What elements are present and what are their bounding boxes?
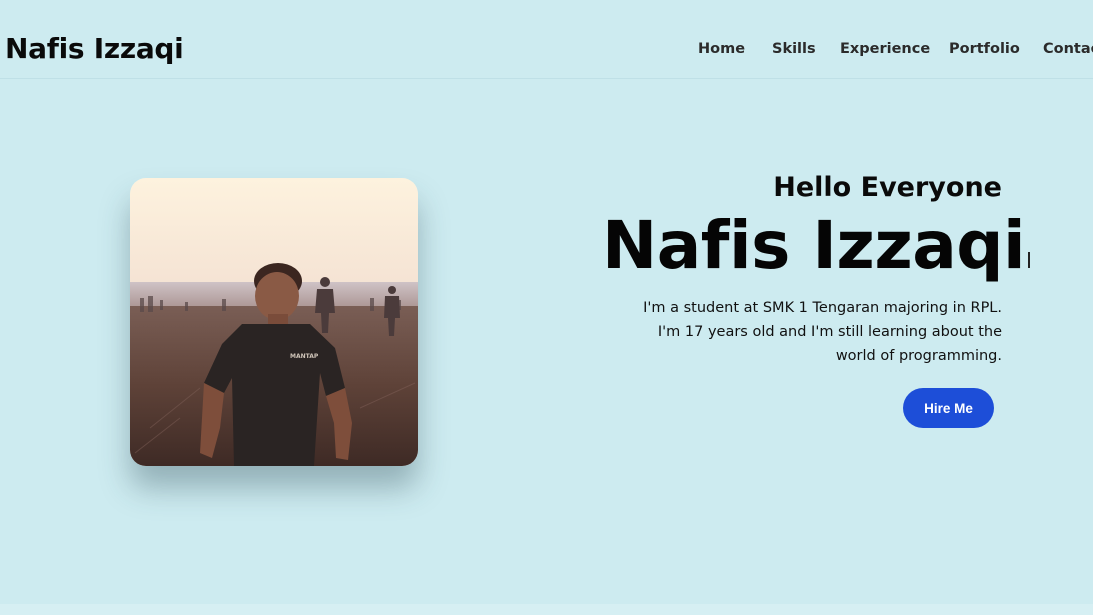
- nav-portfolio[interactable]: Portfolio: [949, 39, 1020, 59]
- nav-skills[interactable]: Skills: [772, 39, 816, 59]
- nav-experience[interactable]: Experience: [840, 39, 930, 59]
- section-divider: [0, 604, 1093, 615]
- hero-greeting: Hello Everyone: [773, 172, 1002, 203]
- nav-contact[interactable]: Contact: [1043, 39, 1093, 59]
- hero-text: Hello Everyone Nafis Izzaqi I'm a studen…: [602, 168, 1031, 368]
- hero-name-text: Nafis Izzaqi: [602, 207, 1026, 284]
- nav-links: Home Skills Experience Portfolio Contact: [0, 39, 1093, 59]
- typing-cursor: [1028, 252, 1031, 268]
- shirt-print-text: MANTAP: [290, 353, 319, 360]
- profile-photo: MANTAP: [130, 178, 418, 466]
- hero-name: Nafis Izzaqi: [602, 206, 1031, 286]
- hero-bio: I'm a student at SMK 1 Tengaran majoring…: [643, 300, 1002, 364]
- navbar: Nafis Izzaqi Home Skills Experience Port…: [0, 0, 1093, 79]
- nav-home[interactable]: Home: [698, 39, 745, 59]
- hire-me-button[interactable]: Hire Me: [903, 388, 994, 428]
